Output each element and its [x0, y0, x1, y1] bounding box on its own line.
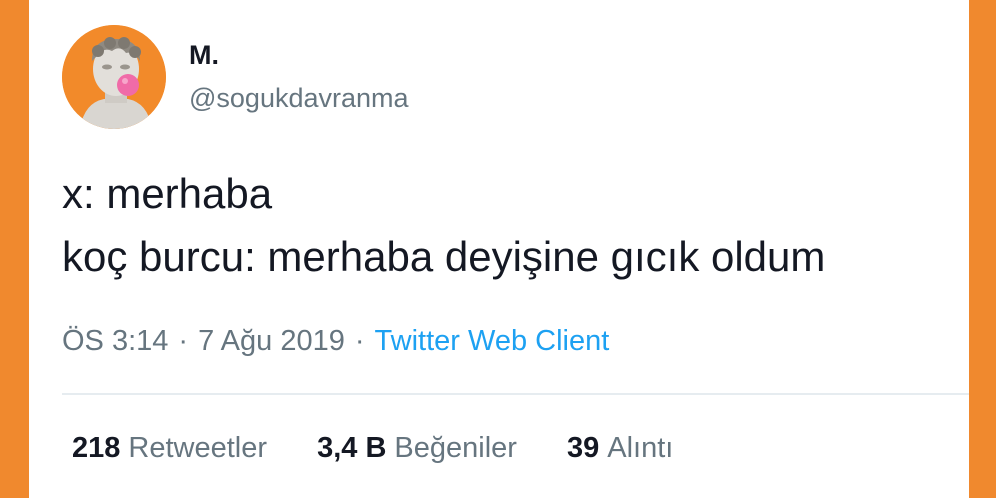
retweets-count: 218	[72, 432, 121, 464]
tweet-text-line-1: x: merhaba	[62, 170, 273, 217]
meta-separator: ·	[178, 325, 189, 357]
retweets-label: Retweetler	[128, 432, 268, 464]
quotes-stat[interactable]: 39 Alıntı	[567, 432, 673, 465]
tweet-text-line-2: koç burcu: merhaba deyişine gıcık oldum	[62, 233, 826, 280]
user-handle[interactable]: @sogukdavranma	[189, 83, 409, 114]
likes-count: 3,4 B	[317, 432, 387, 464]
tweet-card: M. @sogukdavranma x: merhaba koç burcu: …	[29, 0, 969, 498]
retweets-stat[interactable]: 218 Retweetler	[72, 432, 267, 465]
statue-bubblegum-avatar-icon[interactable]	[62, 25, 166, 129]
quotes-count: 39	[567, 432, 600, 464]
tweet-meta: ÖS 3:14 · 7 Ağu 2019 · Twitter Web Client	[62, 325, 609, 358]
tweet-stats: 218 Retweetler 3,4 B Beğeniler 39 Alıntı	[72, 432, 715, 465]
tweet-date[interactable]: 7 Ağu 2019	[198, 325, 345, 357]
display-name[interactable]: M.	[189, 40, 219, 71]
divider	[62, 393, 969, 395]
meta-separator: ·	[354, 325, 365, 357]
tweet-client-link[interactable]: Twitter Web Client	[375, 325, 610, 357]
likes-label: Beğeniler	[394, 432, 517, 464]
quotes-label: Alıntı	[607, 432, 674, 464]
likes-stat[interactable]: 3,4 B Beğeniler	[317, 432, 517, 465]
tweet-time[interactable]: ÖS 3:14	[62, 325, 168, 357]
